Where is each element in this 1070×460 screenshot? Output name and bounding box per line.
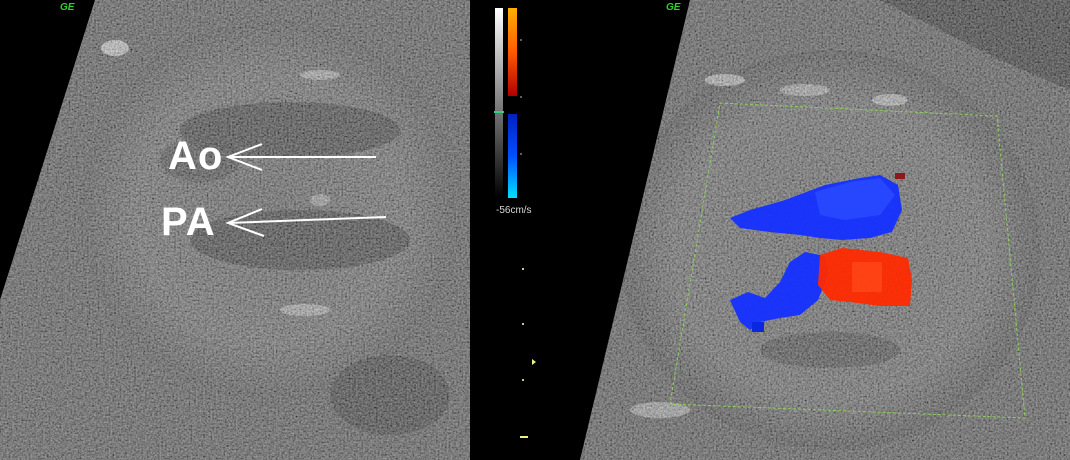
color-scale-panel: -56cm/s [470, 0, 580, 460]
label-ao: Ao [168, 134, 224, 178]
brand-logo-left: GE [60, 2, 75, 13]
bmode-panel-left: GE Ao PA [0, 0, 470, 460]
color-doppler-image [580, 0, 1070, 460]
label-pa: PA [161, 200, 216, 244]
velocity-color-bar [494, 8, 536, 438]
color-doppler-panel-right: GE [580, 0, 1070, 460]
bmode-left-image [0, 0, 470, 460]
velocity-scale-min-label: -56cm/s [496, 205, 532, 216]
brand-logo-right: GE [666, 2, 681, 13]
